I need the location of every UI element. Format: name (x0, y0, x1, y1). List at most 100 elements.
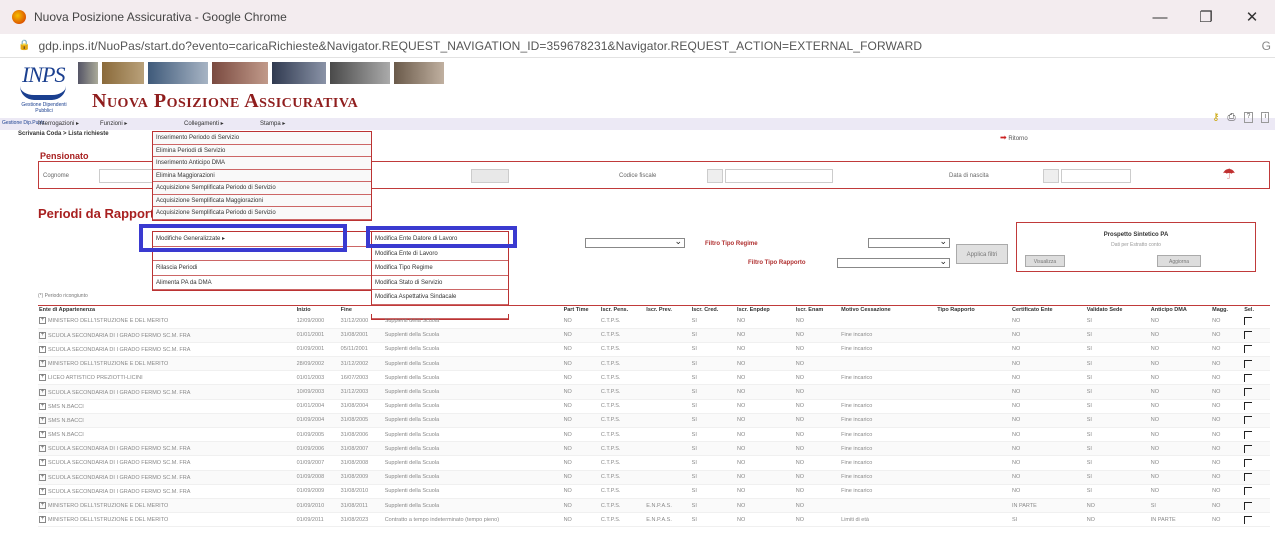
select-checkbox[interactable] (1244, 388, 1253, 397)
data-nascita-picker[interactable] (1043, 169, 1059, 183)
menu-item-acquisizione-periodo[interactable]: Acquisizione Semplificata Periodo di Ser… (153, 182, 371, 195)
select-checkbox[interactable] (1244, 501, 1253, 510)
column-header: Iscr. Cred. (690, 306, 737, 314)
table-row[interactable]: + LICEO ARTISTICO PREZIOTTI-LICINI 01/01/2… (38, 370, 1270, 386)
cell-text: SCUOLA SECONDARIA DI I GRADO FERMO SC.M.… (48, 332, 191, 339)
expand-icon[interactable]: + (39, 502, 46, 510)
expand-icon[interactable]: + (39, 445, 46, 453)
table-row[interactable]: + SMS N.BACCI 01/09/2004 31/08/2005 Supplent… (38, 413, 1270, 429)
menu-item-inserimento-periodo[interactable]: Inserimento Periodo di Servizio (153, 132, 371, 145)
submenu-modifica-ente-lavoro[interactable]: Modifica Ente di Lavoro (372, 247, 508, 261)
visualizza-button[interactable]: Visualizza (1025, 255, 1065, 267)
menu-item-rilascia-periodi[interactable]: Rilascia Periodi (153, 261, 371, 276)
table-row[interactable]: + SCUOLA SECONDARIA DI I GRADO FERMO SC.M… (38, 470, 1270, 485)
table-row[interactable]: + SCUOLA SECONDARIA DI I GRADO FERMO SC.M… (38, 384, 1270, 400)
select-checkbox[interactable] (1244, 402, 1253, 411)
expand-icon[interactable]: + (39, 345, 46, 353)
help-icon[interactable]: ? (1243, 112, 1254, 123)
select-checkbox[interactable] (1244, 345, 1253, 354)
info-icon[interactable]: i (1261, 112, 1269, 123)
codice-fiscale-field[interactable] (725, 169, 833, 183)
expand-icon[interactable]: + (39, 487, 46, 495)
expand-icon[interactable]: + (39, 459, 46, 467)
cell-text: NO (1011, 317, 1021, 324)
lock-icon[interactable]: 🔒 (18, 40, 30, 51)
print-icon[interactable]: ⎙ (1228, 112, 1236, 123)
url-text[interactable]: gdp.inps.it/NuoPas/start.do?evento=caric… (38, 39, 922, 53)
menu-interrogazioni[interactable]: Interrogazioni ▸ (38, 120, 79, 127)
table-cell: + MINISTERO DELL'ISTRUZIONE E DEL MERITO (38, 314, 296, 329)
select-checkbox[interactable] (1244, 316, 1253, 325)
menu-item-acquisizione-periodo-2[interactable]: Acquisizione Semplificata Periodo di Ser… (153, 207, 371, 220)
table-row[interactable]: + MINISTERO DELL'ISTRUZIONE E DEL MERITO 0… (38, 498, 1270, 514)
expand-icon[interactable]: + (39, 402, 46, 410)
expand-icon[interactable]: + (39, 331, 46, 339)
expand-icon[interactable]: + (39, 388, 46, 396)
submenu-modifica-stato-servizio[interactable]: Modifica Stato di Servizio (372, 276, 508, 290)
minimize-button[interactable]: — (1137, 0, 1183, 34)
select-checkbox[interactable] (1244, 473, 1253, 482)
select-checkbox[interactable] (1244, 430, 1253, 439)
table-row[interactable]: + MINISTERO DELL'ISTRUZIONE E DEL MERITO 1… (38, 314, 1270, 329)
menu-collegamenti[interactable]: Collegamenti ▸ (184, 120, 224, 127)
table-cell (645, 441, 691, 457)
menu-item-inserimento-anticipo[interactable]: Inserimento Anticipo DMA (153, 157, 371, 170)
expand-icon[interactable]: + (39, 317, 46, 325)
expand-icon[interactable]: + (39, 516, 46, 524)
expand-icon[interactable]: + (39, 473, 46, 481)
pensionato-button[interactable] (471, 169, 509, 183)
table-row[interactable]: + SCUOLA SECONDARIA DI I GRADO FERMO SC.M… (38, 342, 1270, 358)
aggiorna-button[interactable]: Aggiorna (1157, 255, 1201, 267)
filtro-regime-select[interactable]: ⌄ (868, 236, 950, 248)
close-button[interactable]: ✕ (1229, 0, 1275, 34)
select-checkbox[interactable] (1244, 515, 1253, 524)
filtro-rapporto-select[interactable]: ⌄ (837, 256, 950, 268)
restore-button[interactable]: ❐ (1183, 0, 1229, 34)
address-bar[interactable]: 🔒 gdp.inps.it/NuoPas/start.do?evento=car… (0, 34, 1275, 58)
applica-filtri-button[interactable]: Applica filtri (956, 244, 1008, 264)
column-header: Magg. (1211, 306, 1244, 314)
breadcrumb[interactable]: Scrivania Coda > Lista richieste (18, 131, 109, 137)
select-checkbox[interactable] (1244, 487, 1253, 496)
table-row[interactable]: + SCUOLA SECONDARIA DI I GRADO FERMO SC.M… (38, 441, 1270, 457)
select-checkbox[interactable] (1244, 373, 1253, 382)
table-row[interactable]: + SMS N.BACCI 01/01/2004 31/08/2004 Supplent… (38, 399, 1270, 414)
inps-logo[interactable]: INPS Gestione Dipendenti Pubblici (18, 64, 70, 116)
cell-text: NO (1150, 417, 1160, 424)
table-row[interactable]: + SMS N.BACCI 01/09/2005 31/08/2006 Supplent… (38, 427, 1270, 443)
select-checkbox[interactable] (1244, 458, 1253, 467)
expand-icon[interactable]: + (39, 416, 46, 424)
table-cell (645, 484, 691, 499)
table-cell: NO (1211, 498, 1244, 514)
ritorno-link[interactable]: ➡ Ritorno (1000, 133, 1028, 142)
cell-text: SMS N.BACCI (48, 403, 84, 410)
menu-funzioni[interactable]: Funzioni ▸ (100, 120, 127, 127)
key-icon[interactable]: ⚷ (1212, 112, 1219, 123)
select-checkbox[interactable] (1244, 416, 1253, 425)
expand-icon[interactable]: + (39, 360, 46, 368)
table-cell: SI (690, 399, 737, 414)
data-nascita-field[interactable] (1061, 169, 1131, 183)
select-checkbox[interactable] (1244, 359, 1253, 368)
select-cell (1243, 498, 1270, 514)
table-row[interactable]: + MINISTERO DELL'ISTRUZIONE E DEL MERITO 0… (38, 512, 1270, 528)
submenu-modifica-aspettativa[interactable]: Modifica Aspettativa Sindacale (372, 290, 508, 305)
select-checkbox[interactable] (1244, 444, 1253, 453)
submenu-modifica-tipo-regime[interactable]: Modifica Tipo Regime (372, 261, 508, 276)
menu-item-alimenta-pa[interactable]: Alimenta PA da DMA (153, 275, 371, 290)
cognome-field[interactable] (99, 169, 154, 183)
table-row[interactable]: + SCUOLA SECONDARIA DI I GRADO FERMO SC.M… (38, 484, 1270, 499)
menu-stampa[interactable]: Stampa ▸ (260, 120, 285, 127)
ente-select[interactable]: ⌄ (585, 236, 685, 248)
menu-item-elimina-periodi[interactable]: Elimina Periodi di Servizio (153, 144, 371, 157)
select-checkbox[interactable] (1244, 331, 1253, 340)
table-row[interactable]: + MINISTERO DELL'ISTRUZIONE E DEL MERITO 2… (38, 356, 1270, 372)
menu-item-acquisizione-maggiorazioni[interactable]: Acquisizione Semplificata Maggiorazioni (153, 194, 371, 207)
expand-icon[interactable]: + (39, 374, 46, 382)
codice-fiscale-picker[interactable] (707, 169, 723, 183)
table-row[interactable]: + SCUOLA SECONDARIA DI I GRADO FERMO SC.M… (38, 455, 1270, 471)
expand-icon[interactable]: + (39, 431, 46, 439)
menu-item-elimina-maggiorazioni[interactable]: Elimina Maggiorazioni (153, 169, 371, 182)
table-row[interactable]: + SCUOLA SECONDARIA DI I GRADO FERMO SC.M… (38, 328, 1270, 343)
table-cell: SI (690, 441, 737, 457)
